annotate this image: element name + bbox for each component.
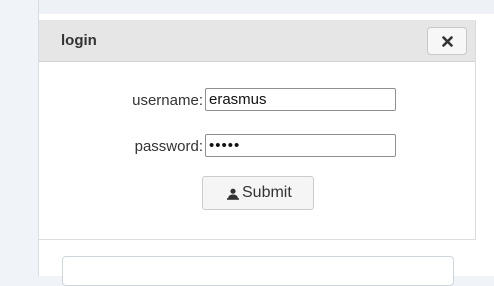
lower-panel <box>62 256 454 286</box>
top-strip <box>38 0 494 14</box>
user-login-icon <box>227 188 239 200</box>
password-label: password: <box>134 138 203 155</box>
username-row: username: <box>39 88 475 112</box>
username-field[interactable] <box>205 88 396 111</box>
dialog-title: login <box>61 32 97 49</box>
password-row: password: <box>39 134 475 158</box>
close-icon <box>442 36 453 47</box>
submit-button[interactable]: Submit <box>202 176 314 210</box>
dialog-header: login <box>39 20 475 62</box>
submit-label: Submit <box>242 184 292 201</box>
username-label: username: <box>132 92 203 109</box>
close-button[interactable] <box>427 27 467 55</box>
login-dialog: login username: password: Submit <box>39 20 476 240</box>
password-field[interactable] <box>205 134 396 157</box>
